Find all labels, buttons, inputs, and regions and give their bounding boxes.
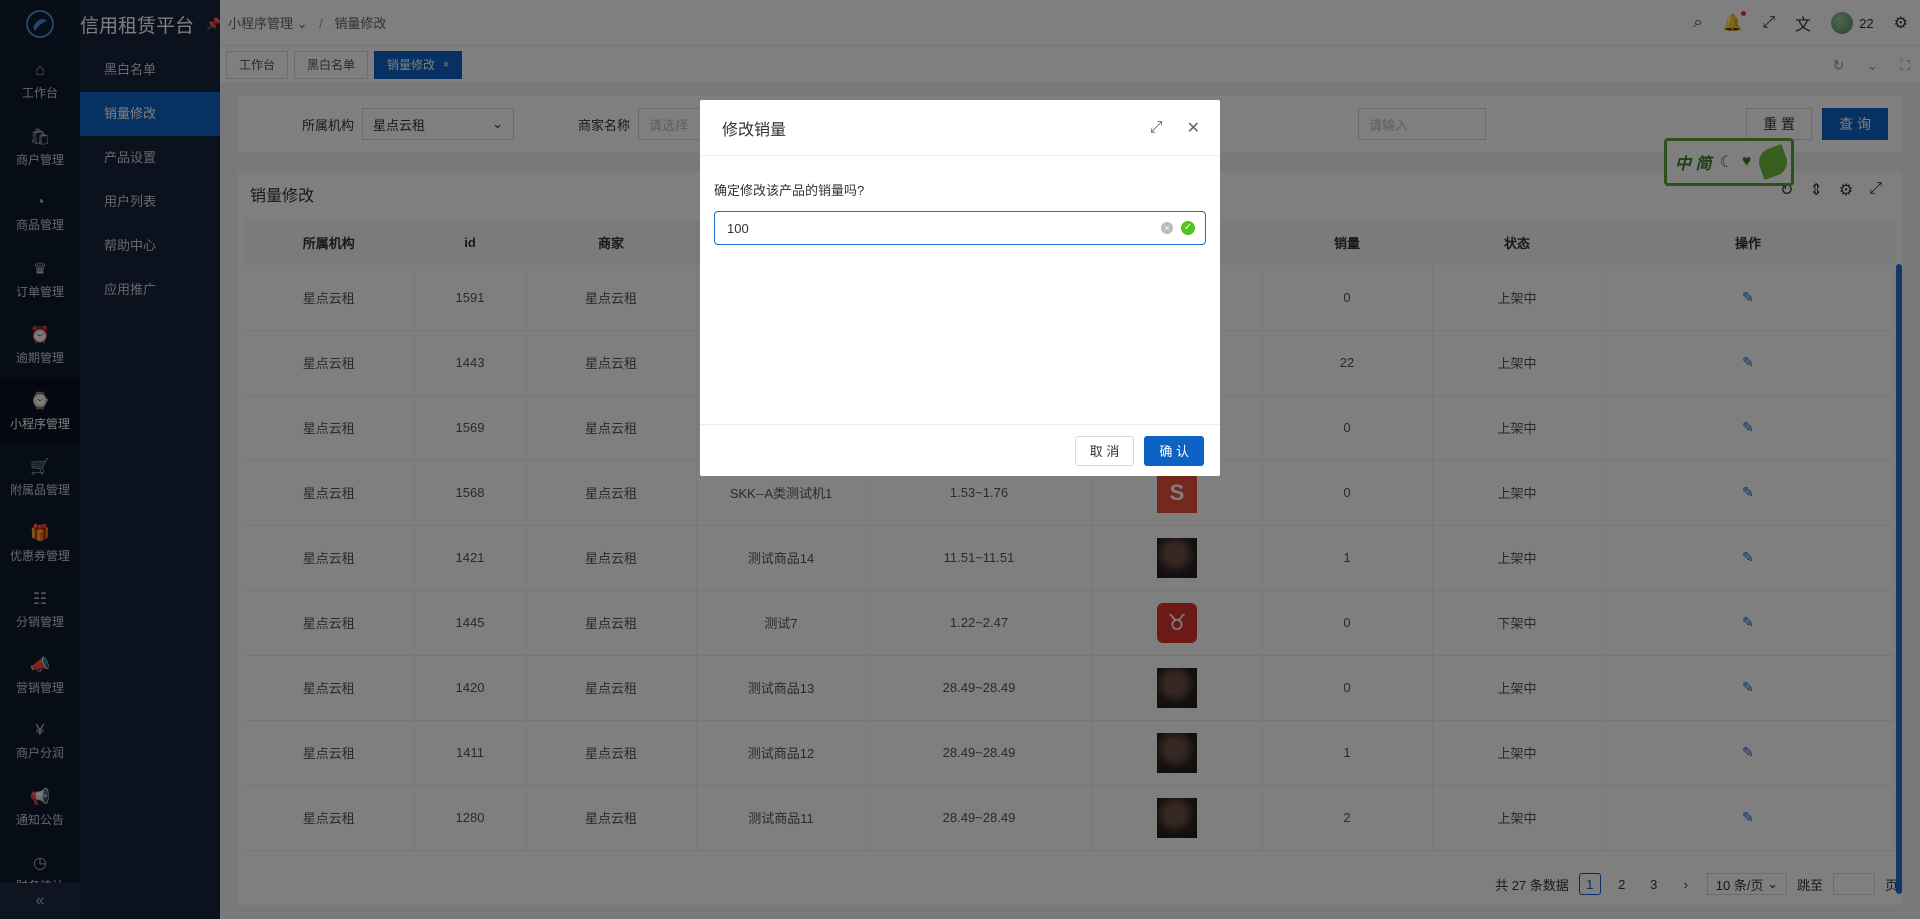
confirm-button[interactable]: 确 认 [1144, 435, 1204, 466]
sales-input-value: 100 [727, 220, 749, 236]
edit-sales-dialog: 修改销量 ⤢ ✕ 确定修改该产品的销量吗? 100 × ✓ 取 消 确 认 [700, 100, 1220, 476]
dialog-title: 修改销量 [722, 121, 787, 139]
dialog-body: 确定修改该产品的销量吗? 100 × ✓ [700, 156, 1220, 424]
cancel-button[interactable]: 取 消 [1074, 435, 1135, 466]
dialog-question: 确定修改该产品的销量吗? [714, 183, 865, 198]
clear-icon[interactable]: × [1161, 222, 1173, 234]
sales-input[interactable]: 100 × ✓ [714, 211, 1206, 245]
check-icon: ✓ [1181, 221, 1195, 235]
close-icon[interactable]: ✕ [1187, 118, 1200, 138]
dialog-footer: 取 消 确 认 [700, 424, 1220, 476]
dialog-header: 修改销量 ⤢ ✕ [700, 100, 1220, 156]
maximize-icon[interactable]: ⤢ [1150, 119, 1163, 137]
dialog-header-icons: ⤢ ✕ [1150, 100, 1200, 156]
